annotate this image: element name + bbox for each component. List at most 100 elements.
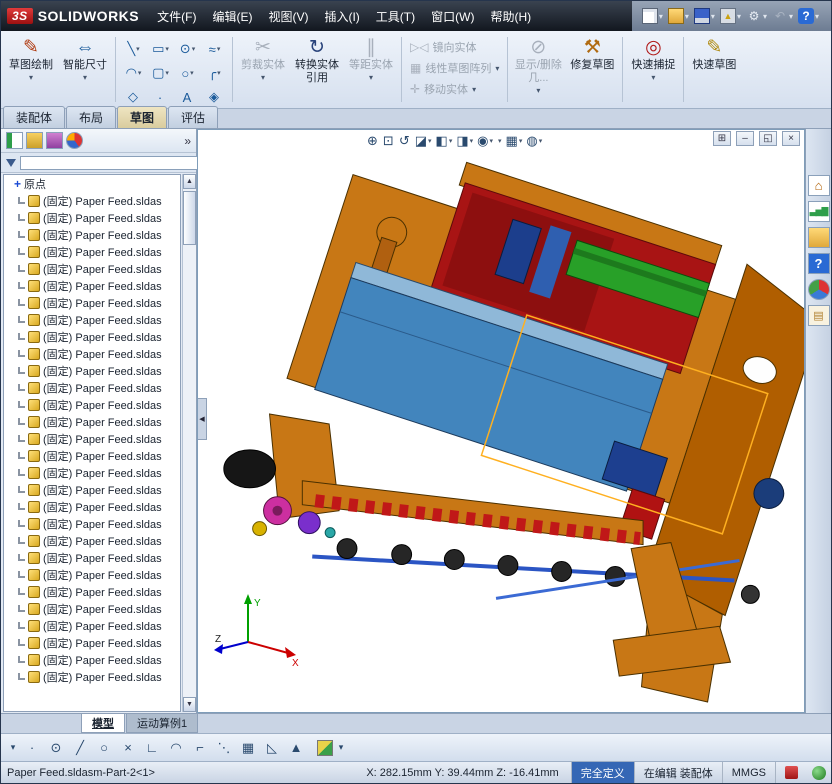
- color-swatch-icon[interactable]: [317, 739, 333, 756]
- rectangle-tool-icon[interactable]: ▭ ▾: [147, 37, 174, 61]
- scrollbar-track[interactable]: [183, 189, 196, 697]
- tree-item-component[interactable]: (固定) Paper Feed.sldas: [4, 328, 180, 345]
- tree-item-component[interactable]: (固定) Paper Feed.sldas: [4, 634, 180, 651]
- convert-entities-button[interactable]: ↻ 转换实体引用: [291, 33, 343, 106]
- menu-item[interactable]: 插入(I): [316, 1, 367, 31]
- tree-item-component[interactable]: (固定) Paper Feed.sldas: [4, 243, 180, 260]
- display-style-icon[interactable]: ◨ ▾: [456, 133, 473, 149]
- scrollbar-thumb[interactable]: [183, 191, 196, 245]
- restore-window-icon[interactable]: ◱: [759, 131, 777, 146]
- tree-item-component[interactable]: (固定) Paper Feed.sldas: [4, 481, 180, 498]
- sketch-pattern-icon[interactable]: ⋱: [213, 737, 235, 759]
- sketch-trim-icon[interactable]: ×: [117, 737, 139, 759]
- minimize-window-icon[interactable]: –: [736, 131, 754, 146]
- hide-show-items-icon[interactable]: ◉ ▾: [477, 133, 493, 149]
- print-icon[interactable]: ▲ ▾: [719, 8, 743, 24]
- tree-item-component[interactable]: (固定) Paper Feed.sldas: [4, 447, 180, 464]
- command-tab[interactable]: 草图: [117, 106, 168, 128]
- sketch-point-icon[interactable]: ·: [21, 737, 43, 759]
- slot-tool-icon[interactable]: ▢ ▾: [147, 61, 174, 85]
- quick-sketch-button[interactable]: ✎ 快速草图: [688, 33, 740, 106]
- more-tools-dropdown-icon[interactable]: ▾: [335, 737, 347, 759]
- tree-item-component[interactable]: (固定) Paper Feed.sldas: [4, 311, 180, 328]
- resources-home-icon[interactable]: ⌂: [807, 175, 830, 196]
- menu-item[interactable]: 编辑(E): [204, 1, 260, 31]
- status-tag-button[interactable]: [775, 762, 807, 783]
- new-document-icon[interactable]: ▾: [641, 8, 665, 24]
- tree-item-component[interactable]: (固定) Paper Feed.sldas: [4, 294, 180, 311]
- sketch-circle-icon[interactable]: ⊙: [45, 737, 67, 759]
- scroll-down-icon[interactable]: ▼: [183, 697, 196, 712]
- section-view-icon[interactable]: ◪ ▾: [415, 133, 432, 149]
- smart-dimension-button[interactable]: ⇔ 智能尺寸 ▾: [59, 33, 111, 106]
- tree-item-component[interactable]: (固定) Paper Feed.sldas: [4, 226, 180, 243]
- command-tab[interactable]: 装配体: [3, 106, 66, 128]
- tree-item-component[interactable]: (固定) Paper Feed.sldas: [4, 379, 180, 396]
- zoom-area-icon[interactable]: ⊡: [383, 133, 395, 149]
- open-icon[interactable]: ▾: [667, 8, 691, 24]
- undo-icon[interactable]: ↶ ▾: [772, 8, 795, 24]
- design-library-icon[interactable]: ▃▅▇: [807, 201, 830, 222]
- document-tab[interactable]: 模型: [81, 714, 125, 733]
- trim-entities-button[interactable]: ✂ 剪裁实体 ▾: [237, 33, 289, 106]
- sketch-ellipse-icon[interactable]: ○: [93, 737, 115, 759]
- quick-snaps-button[interactable]: ◎ 快速捕捉 ▾: [627, 33, 679, 106]
- featuremanager-tab-icon[interactable]: [6, 132, 23, 149]
- menu-item[interactable]: 视图(V): [260, 1, 316, 31]
- tree-item-component[interactable]: (固定) Paper Feed.sldas: [4, 260, 180, 277]
- menu-item[interactable]: 工具(T): [368, 1, 423, 31]
- edit-appearance-icon[interactable]: ▾: [497, 137, 502, 145]
- menu-item[interactable]: 文件(F): [149, 1, 204, 31]
- tree-item-component[interactable]: (固定) Paper Feed.sldas: [4, 362, 180, 379]
- tree-item-component[interactable]: (固定) Paper Feed.sldas: [4, 583, 180, 600]
- repair-sketch-button[interactable]: ⚒ 修复草图: [566, 33, 618, 106]
- spline-tool-icon[interactable]: ≈ ▾: [201, 37, 228, 61]
- close-window-icon[interactable]: ×: [782, 131, 800, 146]
- tree-scrollbar[interactable]: ▲ ▼: [182, 174, 196, 712]
- tree-item-origin[interactable]: + 原点: [4, 175, 180, 192]
- arc-tool-icon[interactable]: ◠ ▾: [120, 61, 147, 85]
- tree-item-component[interactable]: (固定) Paper Feed.sldas: [4, 430, 180, 447]
- linear-sketch-pattern-button[interactable]: ▦ 线性草图阵列 ▾: [406, 60, 503, 76]
- tree-item-component[interactable]: (固定) Paper Feed.sldas: [4, 617, 180, 634]
- appearances-scenes-icon[interactable]: [807, 279, 830, 300]
- previous-view-icon[interactable]: ↺: [399, 133, 411, 149]
- search-help-icon[interactable]: ?: [807, 253, 830, 274]
- tree-item-component[interactable]: (固定) Paper Feed.sldas: [4, 192, 180, 209]
- command-tab[interactable]: 评估: [168, 106, 219, 128]
- save-icon[interactable]: ▾: [693, 8, 717, 24]
- apply-scene-icon[interactable]: ▦ ▾: [506, 133, 523, 149]
- sketch-draw-button[interactable]: ✎ 草图绘制 ▾: [5, 33, 57, 106]
- sketch-plane-icon[interactable]: ▲: [285, 737, 307, 759]
- expand-panel-button[interactable]: »: [184, 134, 191, 148]
- tree-item-component[interactable]: (固定) Paper Feed.sldas: [4, 498, 180, 515]
- view-settings-icon[interactable]: ◍ ▾: [526, 133, 542, 149]
- sketch-arc-icon[interactable]: ◠: [165, 737, 187, 759]
- document-tab[interactable]: 运动算例1: [126, 714, 199, 733]
- circle-tool-icon[interactable]: ⊙ ▾: [174, 37, 201, 61]
- tree-item-component[interactable]: (固定) Paper Feed.sldas: [4, 549, 180, 566]
- tree-item-component[interactable]: (固定) Paper Feed.sldas: [4, 668, 180, 685]
- tree-item-component[interactable]: (固定) Paper Feed.sldas: [4, 396, 180, 413]
- tree-item-component[interactable]: (固定) Paper Feed.sldas: [4, 209, 180, 226]
- file-explorer-icon[interactable]: [807, 227, 830, 248]
- sketch-line-icon[interactable]: ╱: [69, 737, 91, 759]
- command-tab[interactable]: 布局: [66, 106, 117, 128]
- move-entities-button[interactable]: ✛ 移动实体 ▾: [406, 81, 503, 97]
- menu-item[interactable]: 帮助(H): [482, 1, 539, 31]
- sketch-corner-icon[interactable]: ⌐: [189, 737, 211, 759]
- panel-collapse-button[interactable]: ◀: [198, 397, 207, 440]
- filter-input[interactable]: [20, 155, 199, 170]
- zoom-fit-icon[interactable]: ⊕: [367, 133, 379, 149]
- sketch-right-angle-icon[interactable]: ∟: [141, 737, 163, 759]
- line-tool-icon[interactable]: ╲ ▾: [120, 37, 147, 61]
- tree-item-component[interactable]: (固定) Paper Feed.sldas: [4, 277, 180, 294]
- tree-item-component[interactable]: (固定) Paper Feed.sldas: [4, 566, 180, 583]
- scroll-up-icon[interactable]: ▲: [183, 174, 196, 189]
- tree-item-component[interactable]: (固定) Paper Feed.sldas: [4, 345, 180, 362]
- graphics-viewport[interactable]: ⊕ ⊡ ↺ ◪ ▾ ◧ ▾ ◨ ▾ ◉ ▾ ▾ ▦ ▾ ◍ ▾ ⊞ – ◱ × …: [197, 129, 805, 713]
- flyout-dropdown-icon[interactable]: ▾: [7, 737, 19, 759]
- tile-window-icon[interactable]: ⊞: [713, 131, 731, 146]
- menu-item[interactable]: 窗口(W): [423, 1, 482, 31]
- tree-item-component[interactable]: (固定) Paper Feed.sldas: [4, 600, 180, 617]
